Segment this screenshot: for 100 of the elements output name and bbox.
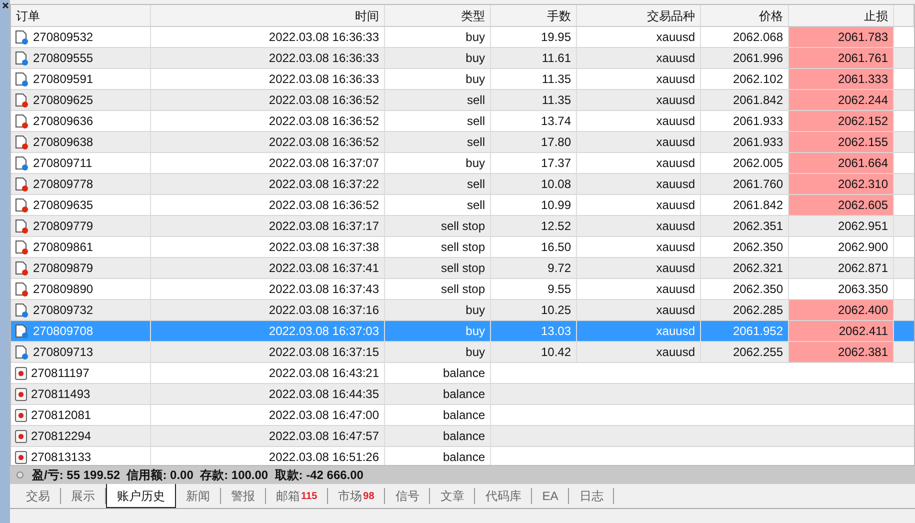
tab[interactable]: 账户历史 bbox=[106, 484, 176, 508]
order-icon bbox=[15, 344, 29, 360]
column-header[interactable]: 手数 bbox=[491, 5, 577, 26]
table-row[interactable]: 270809532 2022.03.08 16:36:33 buy 19.95 xauusd 2062.068 2061.783 bbox=[11, 27, 914, 48]
table-cell: buy bbox=[385, 69, 491, 89]
table-cell: xauusd bbox=[577, 174, 701, 194]
table-cell: 2022.03.08 16:37:38 bbox=[151, 237, 385, 257]
tab[interactable]: 邮箱115 bbox=[266, 488, 328, 504]
table-row[interactable]: 270809708 2022.03.08 16:37:03 buy 13.03 xauusd 2061.952 2062.411 bbox=[11, 321, 914, 342]
table-row[interactable]: 270809636 2022.03.08 16:36:52 sell 13.74 xauusd 2061.933 2062.152 bbox=[11, 111, 914, 132]
table-cell: 19.95 bbox=[491, 27, 577, 47]
table-cell-text: 270809708 bbox=[33, 323, 94, 340]
table-cell-text: 270809625 bbox=[33, 92, 94, 109]
order-icon bbox=[15, 282, 29, 296]
table-row[interactable]: 270809732 2022.03.08 16:37:16 buy 10.25 xauusd 2062.285 2062.400 bbox=[11, 300, 914, 321]
table-row[interactable]: 270809713 2022.03.08 16:37:15 buy 10.42 xauusd 2062.255 2062.381 bbox=[11, 342, 914, 363]
table-cell: 2022.03.08 16:37:17 bbox=[151, 216, 385, 236]
table-cell: 2062.400 bbox=[789, 300, 894, 320]
column-header[interactable]: 类型 bbox=[385, 5, 491, 26]
table-row[interactable]: 270811493 2022.03.08 16:44:35 balance bbox=[11, 384, 914, 405]
table-cell-text: 270809711 bbox=[33, 155, 92, 172]
table-row[interactable]: 270809591 2022.03.08 16:36:33 buy 11.35 xauusd 2062.102 2061.333 bbox=[11, 69, 914, 90]
table-cell-text: 270809555 bbox=[33, 50, 94, 67]
table-cell: 11.35 bbox=[491, 90, 577, 110]
table-cell: 2061.783 bbox=[789, 27, 894, 47]
table-cell: 2022.03.08 16:36:33 bbox=[151, 27, 385, 47]
table-cell: 12.52 bbox=[491, 216, 577, 236]
table-cell: buy bbox=[385, 27, 491, 47]
order-icon bbox=[15, 30, 29, 44]
table-row[interactable]: 270809555 2022.03.08 16:36:33 buy 11.61 xauusd 2061.996 2061.761 bbox=[11, 48, 914, 69]
table-cell: xauusd bbox=[577, 258, 701, 278]
table-cell: 9.72 bbox=[491, 258, 577, 278]
table-cell: 2022.03.08 16:37:07 bbox=[151, 153, 385, 173]
table-row[interactable]: 270811197 2022.03.08 16:43:21 balance bbox=[11, 363, 914, 384]
table-row[interactable]: 270809711 2022.03.08 16:37:07 buy 17.37 xauusd 2062.005 2061.664 bbox=[11, 153, 914, 174]
table-row[interactable]: 270809879 2022.03.08 16:37:41 sell stop 9.72 xauusd 2062.321 2062.871 bbox=[11, 258, 914, 279]
column-header[interactable]: 交易品种 bbox=[577, 5, 701, 26]
tab[interactable]: 文章 bbox=[430, 488, 476, 504]
table-cell: xauusd bbox=[577, 342, 701, 362]
table-row[interactable]: 270809635 2022.03.08 16:36:52 sell 10.99 xauusd 2061.842 2062.605 bbox=[11, 195, 914, 216]
table-row[interactable]: 270809779 2022.03.08 16:37:17 sell stop 12.52 xauusd 2062.351 2062.951 bbox=[11, 216, 914, 237]
table-cell: 16.50 bbox=[491, 237, 577, 257]
tab[interactable]: EA bbox=[532, 488, 570, 504]
table-cell: 2022.03.08 16:37:03 bbox=[151, 321, 385, 341]
tab[interactable]: 新闻 bbox=[176, 488, 221, 504]
table-cell: xauusd bbox=[577, 132, 701, 152]
order-icon bbox=[15, 218, 29, 234]
table-cell: buy bbox=[385, 48, 491, 68]
table-cell: xauusd bbox=[577, 216, 701, 236]
order-icon bbox=[15, 260, 29, 276]
column-header[interactable]: 止损 bbox=[789, 5, 894, 26]
balance-icon bbox=[15, 388, 27, 400]
close-icon[interactable] bbox=[2, 2, 8, 9]
table-cell: 10.08 bbox=[491, 174, 577, 194]
table-row[interactable]: 270812294 2022.03.08 16:47:57 balance bbox=[11, 426, 914, 447]
balance-icon bbox=[15, 430, 27, 442]
order-icon bbox=[15, 156, 29, 170]
table-row[interactable]: 270809861 2022.03.08 16:37:38 sell stop 16.50 xauusd 2062.350 2062.900 bbox=[11, 237, 914, 258]
table-cell: 2061.333 bbox=[789, 69, 894, 89]
table-cell-text: 270811493 bbox=[31, 386, 90, 403]
table-cell: 17.80 bbox=[491, 132, 577, 152]
tab[interactable]: 日志 bbox=[569, 488, 614, 504]
table-cell: 2062.244 bbox=[789, 90, 894, 110]
table-row[interactable]: 270809778 2022.03.08 16:37:22 sell 10.08 xauusd 2061.760 2062.310 bbox=[11, 174, 914, 195]
table-row[interactable]: 270809625 2022.03.08 16:36:52 sell 11.35 xauusd 2061.842 2062.244 bbox=[11, 90, 914, 111]
column-header[interactable]: 价格 bbox=[701, 5, 789, 26]
table-row[interactable]: 270809638 2022.03.08 16:36:52 sell 17.80 xauusd 2061.933 2062.155 bbox=[11, 132, 914, 153]
tab[interactable]: 信号 bbox=[385, 488, 430, 504]
table-cell-text: 270812081 bbox=[31, 407, 92, 424]
table-cell-text: 270809779 bbox=[33, 218, 94, 235]
table-cell-text: 270809861 bbox=[33, 239, 94, 256]
table-cell: sell stop bbox=[385, 279, 491, 299]
tab[interactable]: 代码库 bbox=[475, 488, 532, 504]
table-cell: buy bbox=[385, 321, 491, 341]
table-cell: 2062.381 bbox=[789, 342, 894, 362]
column-header[interactable]: 时间 bbox=[151, 5, 385, 26]
table-cell: sell stop bbox=[385, 216, 491, 236]
table-cell: 2022.03.08 16:36:52 bbox=[151, 132, 385, 152]
table-cell: xauusd bbox=[577, 69, 701, 89]
table-cell: 10.42 bbox=[491, 342, 577, 362]
tab[interactable]: 市场98 bbox=[328, 488, 386, 504]
table-cell-text: 270809732 bbox=[33, 302, 94, 319]
table-cell: 2022.03.08 16:47:57 bbox=[151, 426, 385, 446]
table-cell: 2022.03.08 16:43:21 bbox=[151, 363, 385, 383]
table-cell: 2022.03.08 16:36:52 bbox=[151, 90, 385, 110]
table-cell: 2022.03.08 16:36:52 bbox=[151, 111, 385, 131]
order-icon bbox=[15, 92, 29, 108]
order-icon bbox=[15, 240, 29, 254]
table-cell: sell bbox=[385, 111, 491, 131]
status-icon bbox=[16, 471, 24, 479]
tab[interactable]: 警报 bbox=[221, 488, 266, 504]
table-row[interactable]: 270812081 2022.03.08 16:47:00 balance bbox=[11, 405, 914, 426]
table-cell-text: 270809591 bbox=[33, 71, 94, 88]
table-cell: 2062.155 bbox=[789, 132, 894, 152]
table-row[interactable]: 270809890 2022.03.08 16:37:43 sell stop 9.55 xauusd 2062.350 2063.350 bbox=[11, 279, 914, 300]
table-cell-text: 270809635 bbox=[33, 197, 94, 214]
table-cell: sell stop bbox=[385, 258, 491, 278]
unread-count: 115 bbox=[301, 490, 318, 504]
tab[interactable]: 交易 bbox=[16, 488, 61, 504]
column-header[interactable]: 订单 bbox=[11, 5, 151, 26]
